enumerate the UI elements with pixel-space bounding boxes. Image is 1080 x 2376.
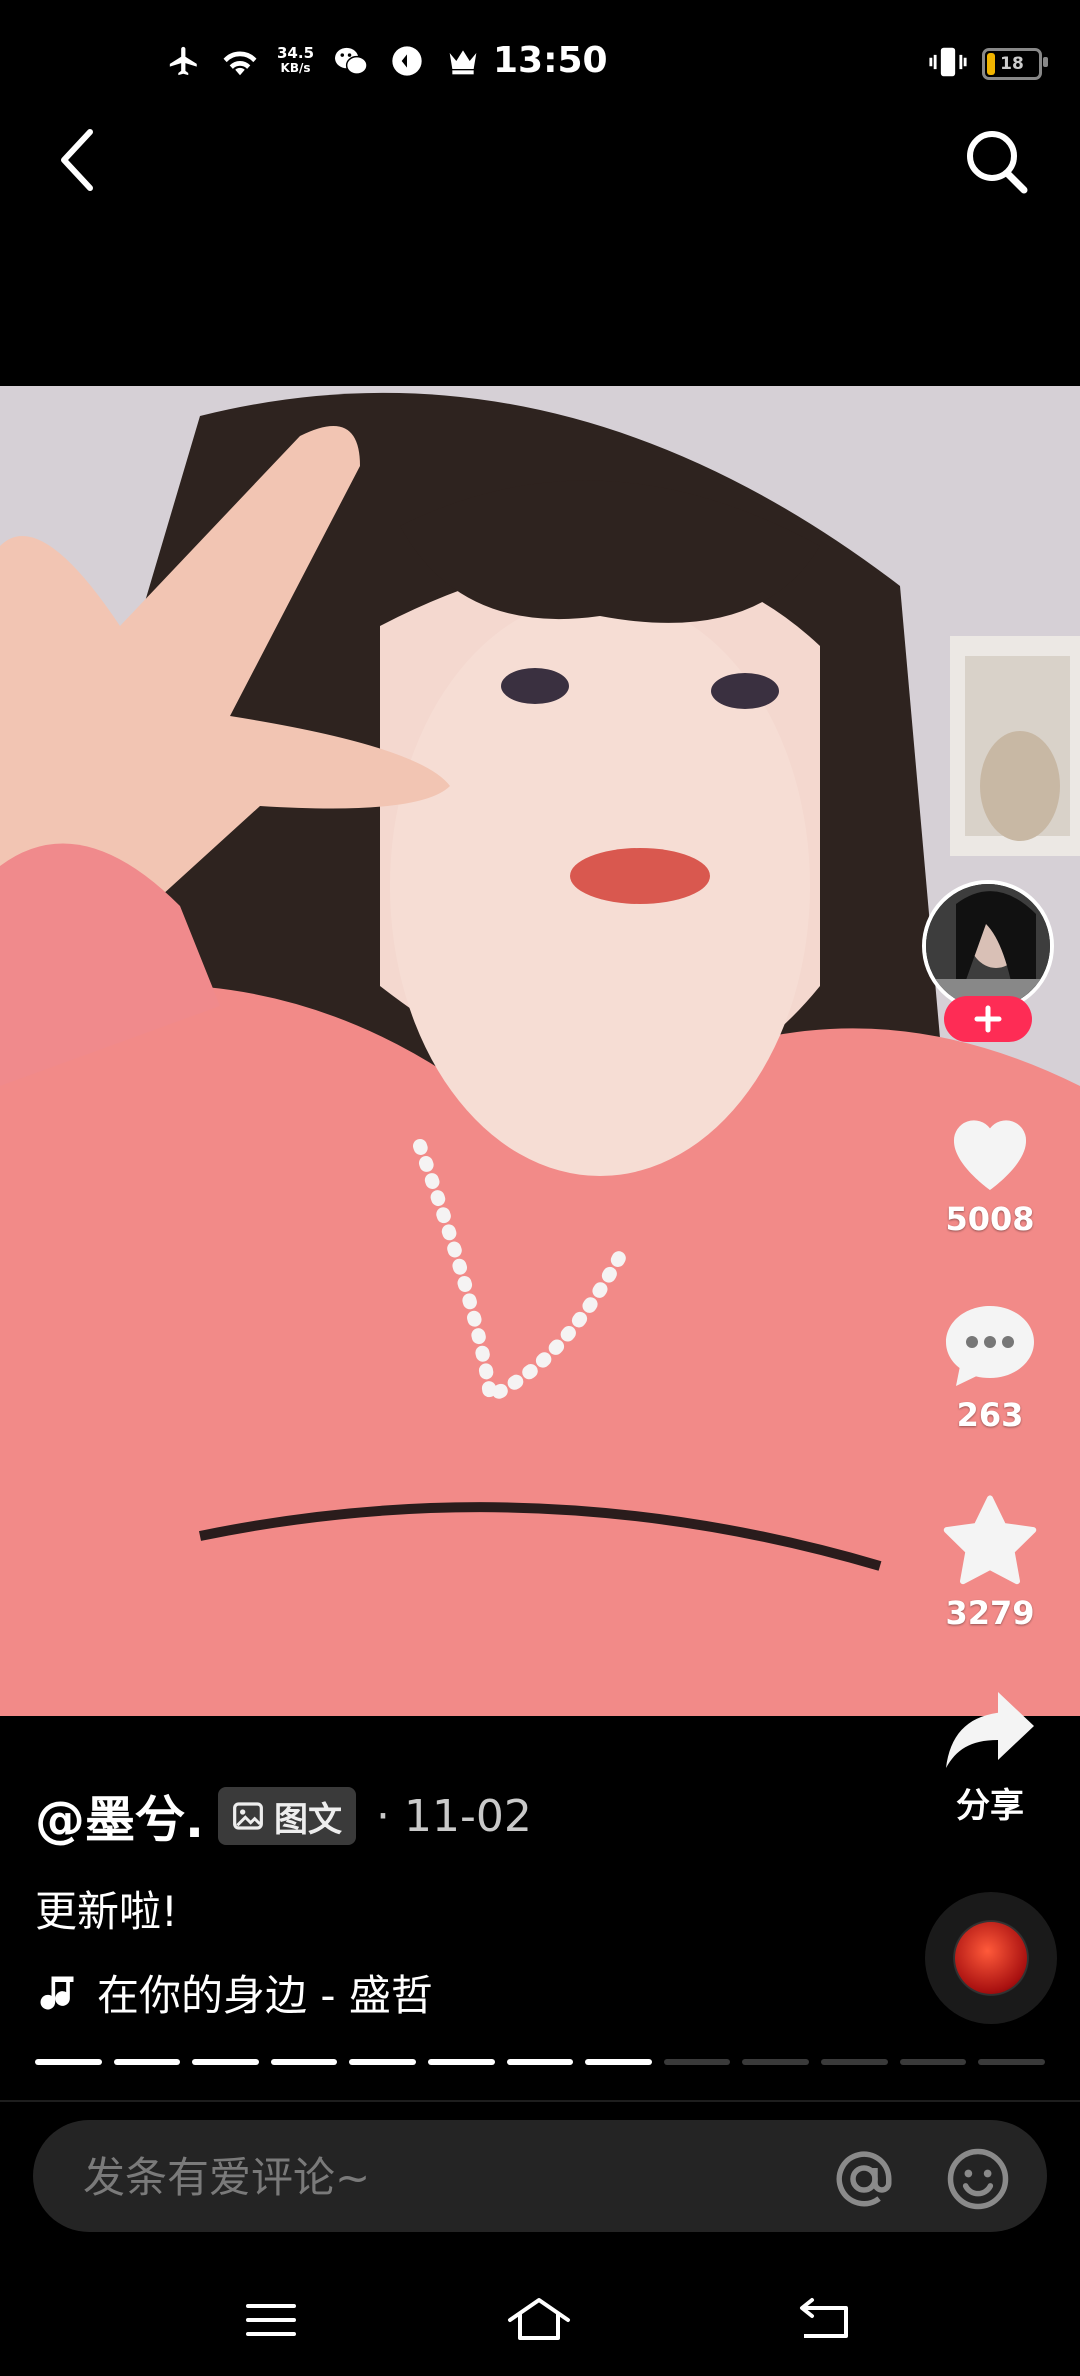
back-button[interactable]	[48, 120, 108, 200]
divider	[0, 2100, 1080, 2102]
progress-segment	[113, 2059, 181, 2065]
home-icon	[508, 2298, 570, 2340]
airplane-icon	[165, 44, 203, 78]
like-button[interactable]: 5008	[920, 1106, 1060, 1238]
status-icons-right: 18	[928, 46, 1048, 82]
vibrate-icon	[928, 46, 968, 82]
post-description: 更新啦!	[35, 1887, 178, 1936]
return-button[interactable]	[790, 2290, 860, 2350]
comment-input[interactable]	[81, 2120, 785, 2234]
music-cover	[955, 1922, 1027, 1994]
emoji-button[interactable]	[945, 2146, 1011, 2212]
post-date: · 11-02	[376, 1790, 532, 1842]
search-button[interactable]	[960, 122, 1032, 198]
net-speed: 34.5 KB/s	[277, 44, 315, 76]
share-arrow-icon	[946, 1692, 1034, 1768]
like-count: 5008	[945, 1200, 1035, 1238]
progress-segment	[585, 2059, 652, 2065]
status-bar: 34.5 KB/s 13:50 18	[0, 0, 1080, 130]
at-icon	[836, 2151, 892, 2207]
avatar[interactable]	[922, 880, 1054, 1012]
progress-segment	[270, 2059, 338, 2065]
star-icon	[943, 1495, 1037, 1585]
progress-segment	[349, 2059, 417, 2065]
wechat-icon	[332, 44, 370, 78]
image-icon	[233, 1802, 263, 1830]
wifi-icon	[221, 44, 259, 78]
clock: 13:50	[493, 40, 608, 81]
favorite-button[interactable]: 3279	[920, 1492, 1060, 1632]
music-title: 在你的身边 - 盛哲	[97, 1971, 433, 2020]
music-note-icon	[40, 1976, 74, 2010]
post-photo[interactable]	[0, 386, 1080, 1716]
back-chevron-icon	[61, 129, 93, 191]
author-avatar-wrap[interactable]	[920, 878, 1060, 1048]
favorite-count: 3279	[945, 1594, 1035, 1632]
smiley-icon	[947, 2148, 1009, 2210]
image-progress-indicator	[35, 2059, 1045, 2065]
return-icon	[800, 2298, 848, 2338]
comment-bubble-icon	[946, 1306, 1034, 1386]
progress-segment	[899, 2059, 967, 2065]
author-row: @墨兮. 图文 · 11-02	[35, 1780, 532, 1852]
post-type-badge: 图文	[218, 1787, 356, 1845]
app-icon	[388, 44, 426, 78]
comment-button[interactable]: 263	[920, 1302, 1060, 1434]
plus-icon	[974, 1005, 1002, 1033]
mention-button[interactable]	[831, 2146, 897, 2212]
progress-segment	[428, 2059, 495, 2065]
follow-button[interactable]	[944, 996, 1032, 1042]
progress-segment	[663, 2059, 731, 2065]
progress-segment	[35, 2059, 102, 2065]
system-nav-bar	[0, 2270, 1080, 2370]
share-label: 分享	[956, 1786, 1024, 1826]
battery-icon: 18	[982, 48, 1048, 80]
search-icon	[967, 131, 1028, 194]
home-button[interactable]	[504, 2290, 574, 2350]
progress-segment	[742, 2059, 810, 2065]
heart-icon	[953, 1120, 1027, 1190]
progress-segment	[506, 2059, 574, 2065]
crown-icon	[444, 44, 482, 78]
comment-count: 263	[956, 1396, 1024, 1434]
music-disc[interactable]	[925, 1892, 1057, 2024]
progress-segment	[192, 2059, 259, 2065]
author-name[interactable]: @墨兮.	[35, 1780, 204, 1852]
status-icons-left: 34.5 KB/s	[165, 44, 482, 78]
progress-segment	[821, 2059, 888, 2065]
menu-icon	[246, 2304, 296, 2336]
progress-segment	[978, 2059, 1045, 2065]
share-button[interactable]: 分享	[920, 1688, 1060, 1827]
menu-button[interactable]	[236, 2290, 306, 2350]
selfie-image	[0, 386, 1080, 1716]
comment-bar	[33, 2120, 1047, 2234]
music-row[interactable]: 在你的身边 - 盛哲	[35, 1962, 433, 2023]
